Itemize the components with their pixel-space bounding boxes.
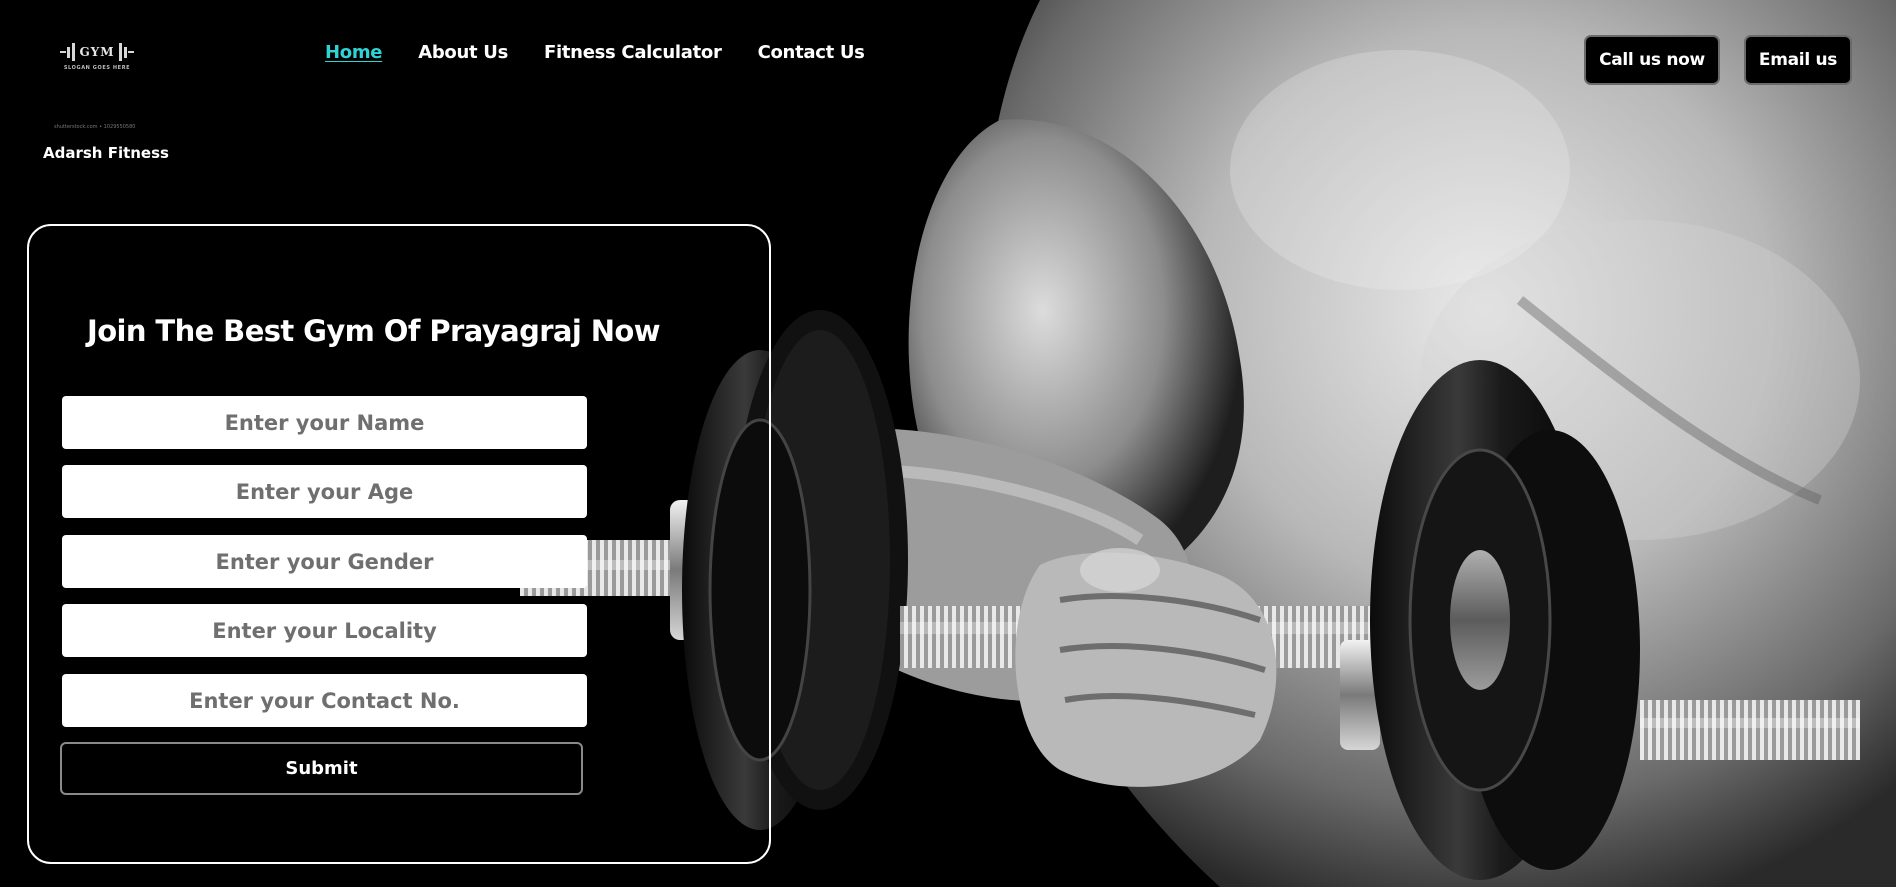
logo-credit: shutterstock.com • 1029550580 [54,124,136,130]
email-us-button[interactable]: Email us [1744,35,1852,85]
age-input[interactable] [62,465,587,518]
nav-about-link[interactable]: About Us [418,42,508,63]
form-title: Join The Best Gym Of Prayagraj Now [87,314,661,348]
main-nav: Home About Us Fitness Calculator Contact… [325,42,901,63]
nav-contact-link[interactable]: Contact Us [758,42,865,63]
join-form-card: Join The Best Gym Of Prayagraj Now Submi… [27,224,771,864]
logo-slogan: SLOGAN GOES HERE [63,65,131,71]
call-us-button[interactable]: Call us now [1584,35,1720,85]
brand-name: Adarsh Fitness [43,144,169,162]
gym-logo[interactable]: GYM SLOGAN GOES HERE [42,38,152,84]
contact-number-input[interactable] [62,674,587,727]
submit-button[interactable]: Submit [60,742,583,795]
dumbbell-logo-icon: GYM [42,38,152,66]
locality-input[interactable] [62,604,587,657]
logo-word: GYM [79,45,115,59]
page: GYM SLOGAN GOES HERE shutterstock.com • … [0,0,1896,887]
name-input[interactable] [62,396,587,449]
nav-home-link[interactable]: Home [325,42,383,63]
gender-input[interactable] [62,535,587,588]
nav-fitness-calculator-link[interactable]: Fitness Calculator [544,42,722,63]
